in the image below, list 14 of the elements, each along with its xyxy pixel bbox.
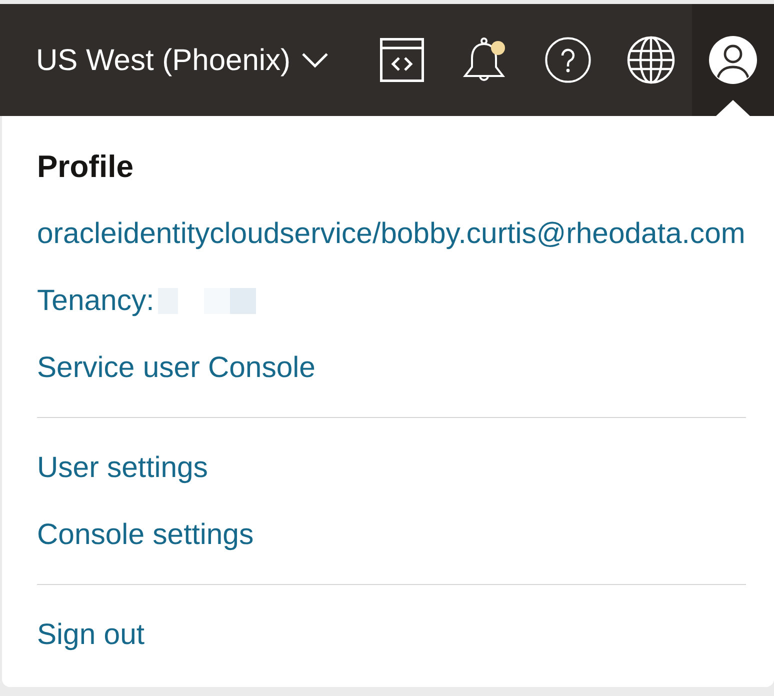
menu-link[interactable]: Console settings <box>37 517 254 552</box>
menu-title: Profile <box>37 149 134 184</box>
help-icon <box>544 37 590 83</box>
menu-link[interactable]: oracleidentitycloudservice/bobby.curtis@rheodata.com <box>37 216 746 251</box>
profile-button[interactable] <box>692 4 774 116</box>
user-avatar-icon <box>709 36 757 84</box>
menu-link[interactable]: Sign out <box>37 617 145 652</box>
bell-icon <box>464 38 504 81</box>
chevron-down-icon <box>300 52 329 68</box>
menu-link[interactable]: User settings <box>37 450 208 485</box>
globe-icon <box>626 36 674 84</box>
tenancy-label: Tenancy: <box>37 283 154 318</box>
menu-link[interactable]: Service user Console <box>37 350 316 385</box>
code-window-icon <box>380 38 424 82</box>
